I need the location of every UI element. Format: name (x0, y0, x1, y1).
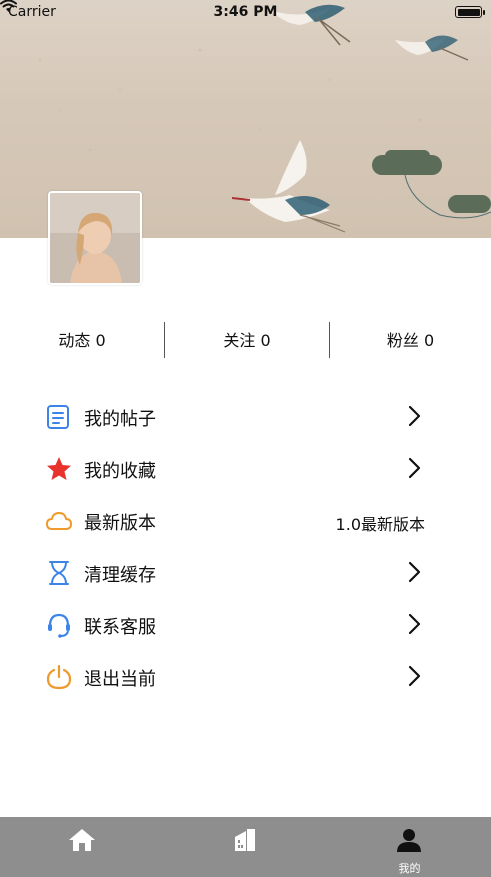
cloud-icon (46, 512, 72, 530)
menu-item-logout[interactable]: 退出当前 (0, 650, 491, 702)
menu-item-favorites[interactable]: 我的收藏 (0, 442, 491, 494)
status-time: 3:46 PM (213, 4, 278, 20)
menu-label: 联系客服 (84, 617, 156, 638)
menu-label: 退出当前 (84, 669, 156, 690)
stat-following[interactable]: 关注 0 (165, 322, 329, 358)
crane-main-icon (231, 140, 346, 233)
tab-profile[interactable]: 我的 (328, 817, 491, 877)
chevron-right-icon (408, 405, 421, 427)
cloud-motif-icon (372, 150, 491, 213)
menu-label: 最新版本 (84, 513, 156, 534)
tab-home[interactable] (0, 817, 164, 877)
chevron-right-icon (408, 561, 421, 583)
crane-right-icon (395, 35, 469, 61)
tab-bar: 我的 (0, 817, 491, 877)
menu-label: 我的收藏 (84, 461, 156, 482)
headset-icon (48, 613, 70, 638)
chevron-right-icon (408, 457, 421, 479)
menu-label: 清理缓存 (84, 565, 156, 586)
battery-icon (455, 6, 485, 18)
star-icon (47, 457, 71, 480)
power-icon (46, 664, 72, 690)
document-list-icon (47, 405, 69, 429)
home-icon (69, 829, 95, 851)
avatar-photo-icon (50, 193, 140, 283)
menu-item-latest-version[interactable]: 最新版本 1.0最新版本 (0, 494, 491, 546)
hourglass-icon (49, 561, 69, 585)
stat-posts[interactable]: 动态 0 (0, 322, 164, 358)
tab-label: 我的 (398, 862, 421, 875)
stat-followers[interactable]: 粉丝 0 (330, 322, 491, 358)
building-icon (235, 829, 255, 851)
menu-item-contact-support[interactable]: 联系客服 (0, 598, 491, 650)
chevron-right-icon (408, 613, 421, 635)
profile-stats: 动态 0 关注 0 粉丝 0 (0, 322, 491, 358)
tab-community[interactable] (164, 817, 328, 877)
menu-item-clear-cache[interactable]: 清理缓存 (0, 546, 491, 598)
avatar[interactable] (48, 191, 142, 285)
person-icon (397, 829, 421, 852)
menu-item-my-posts[interactable]: 我的帖子 (0, 390, 491, 442)
version-value: 1.0最新版本 (335, 515, 425, 534)
status-bar: Carrier 3:46 PM (0, 0, 491, 26)
menu-label: 我的帖子 (84, 409, 156, 430)
chevron-right-icon (408, 665, 421, 687)
